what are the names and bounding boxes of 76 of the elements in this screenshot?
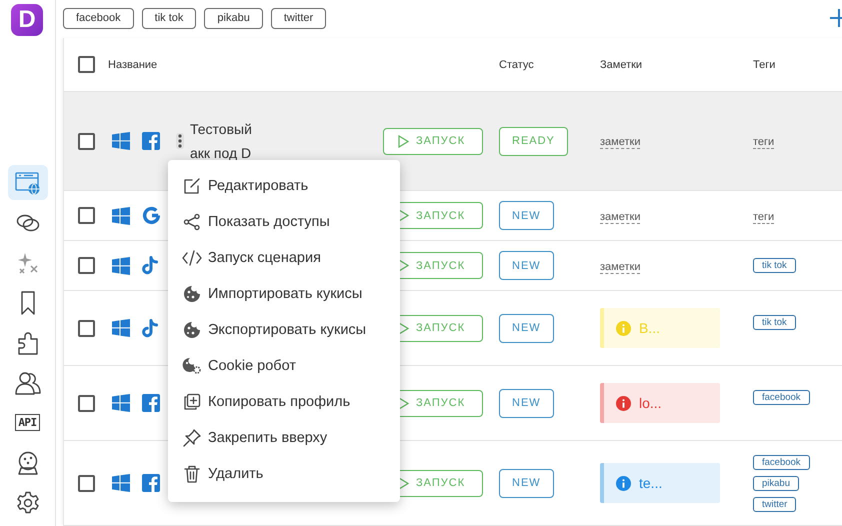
menu-item[interactable]: Редактировать — [168, 168, 400, 204]
note-text: lo... — [639, 395, 662, 411]
app-logo[interactable]: D — [11, 4, 43, 36]
row-checkbox[interactable] — [78, 132, 95, 150]
column-header: Название — [108, 58, 158, 70]
google-icon — [142, 206, 161, 225]
browser-globe-icon — [14, 170, 40, 194]
note-text: te... — [639, 475, 662, 491]
info-icon — [616, 396, 631, 410]
row-checkbox[interactable] — [78, 474, 95, 492]
sparkles-icon — [16, 252, 38, 274]
puzzle-icon — [16, 330, 38, 354]
bookmark-icon — [20, 290, 36, 314]
cookie-icon — [183, 321, 201, 339]
info-icon — [616, 320, 631, 336]
tiktok-icon — [142, 318, 159, 338]
row-checkbox[interactable] — [78, 394, 95, 412]
note-card[interactable]: lo... — [600, 383, 720, 423]
tag-chip: tik tok — [753, 315, 796, 330]
windows-icon — [112, 319, 130, 337]
tag-chip: pikabu — [753, 476, 799, 490]
tag-filter-chip[interactable]: facebook — [63, 8, 134, 28]
row-checkbox[interactable] — [78, 320, 95, 336]
edit-icon — [183, 177, 201, 195]
pin-icon — [183, 429, 201, 447]
tags-link[interactable]: теги — [753, 210, 774, 224]
crystal-ball-icon — [16, 450, 38, 474]
status-badge: NEW — [499, 388, 554, 418]
code-icon — [182, 249, 202, 267]
trash-icon — [184, 465, 200, 483]
windows-icon — [112, 256, 130, 274]
notes-link[interactable]: заметки — [600, 210, 640, 224]
info-icon — [616, 476, 631, 490]
windows-icon — [112, 132, 130, 150]
menu-item[interactable]: Импортировать кукисы — [168, 276, 400, 312]
status-badge: NEW — [499, 251, 554, 280]
status-badge: NEW — [499, 468, 554, 498]
menu-item[interactable]: Cookie робот — [168, 348, 400, 384]
cookie-gear-icon — [182, 357, 202, 375]
row-checkbox[interactable] — [78, 257, 95, 274]
notes-link[interactable]: заметки — [600, 260, 640, 274]
tiktok-icon — [142, 256, 159, 275]
tag-chip: twitter — [753, 496, 796, 512]
notes-link[interactable]: заметки — [600, 136, 640, 149]
api-button[interactable]: API — [8, 405, 48, 440]
more-button[interactable] — [176, 133, 184, 149]
column-header: Статус — [499, 58, 534, 70]
tag-filter-chip[interactable]: pikabu — [204, 8, 263, 28]
share-icon — [183, 213, 201, 231]
menu-item[interactable]: Закрепить вверху — [168, 420, 400, 456]
tags-link[interactable]: теги — [753, 136, 774, 149]
windows-icon — [112, 394, 130, 412]
facebook-icon — [142, 394, 160, 412]
column-header: Теги — [753, 58, 776, 70]
status-badge: NEW — [499, 201, 554, 230]
column-header: Заметки — [600, 58, 642, 70]
cookie-icon — [183, 285, 201, 303]
note-text: В... — [639, 320, 660, 336]
tag-filter-chip[interactable]: tik tok — [142, 8, 196, 28]
row-checkbox[interactable] — [78, 207, 95, 224]
facebook-icon — [142, 132, 160, 150]
status-badge: READY — [499, 126, 568, 156]
status-badge: NEW — [499, 314, 554, 342]
users-icon — [14, 370, 40, 394]
copy-icon — [183, 393, 201, 411]
profile-name: Тестовый акк под D — [189, 120, 253, 163]
facebook-icon — [142, 474, 160, 492]
tag-chip: facebook — [753, 454, 810, 470]
tag-chip: tik tok — [753, 258, 796, 273]
tag-chip: facebook — [753, 390, 810, 405]
settings-icon — [16, 490, 40, 514]
windows-icon — [112, 206, 130, 224]
windows-icon — [112, 474, 130, 492]
select-all-checkbox[interactable] — [78, 56, 95, 73]
play-icon — [398, 134, 409, 148]
tag-filter-chip[interactable]: twitter — [270, 8, 326, 28]
